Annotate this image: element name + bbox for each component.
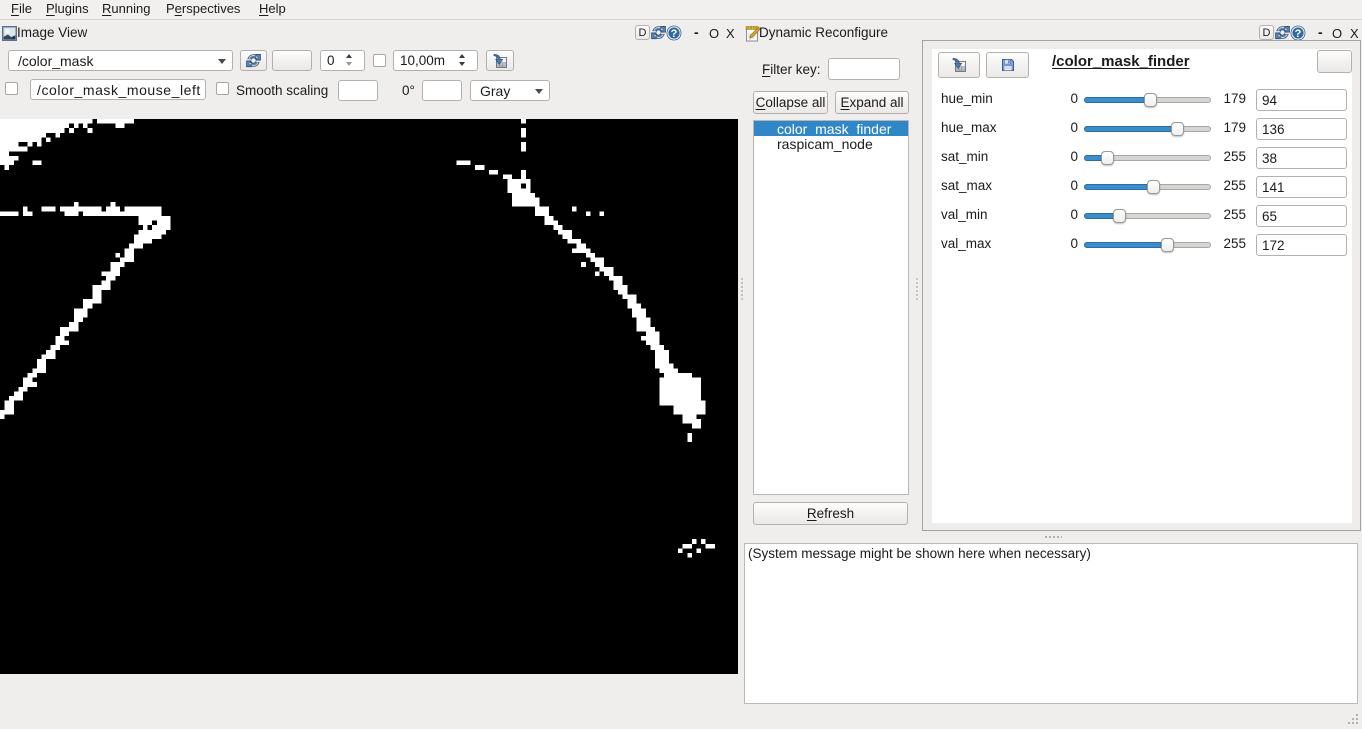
svg-text:?: ?: [1295, 28, 1302, 40]
svg-text:?: ?: [671, 28, 678, 40]
